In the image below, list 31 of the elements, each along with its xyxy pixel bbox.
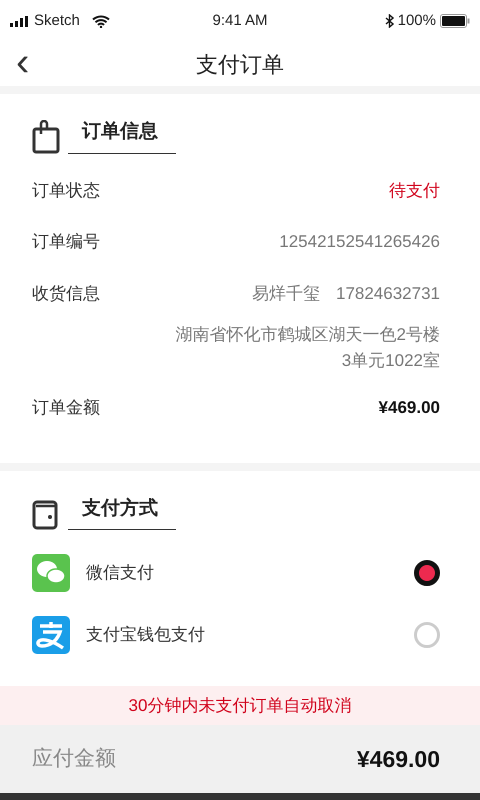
address-line: 3单元1022室 [342,350,440,372]
total-amount: ¥469.00 [356,744,440,774]
field-label: 订单编号 [32,231,100,253]
chat-icon [32,554,70,592]
payment-method-label: 微信支付 [86,562,155,584]
tag-icon [32,120,60,154]
order-number: 12542152541265426 [279,231,440,253]
recipient-name: 易烊千玺 [252,282,320,304]
payment-method-label: 支付宝钱包支付 [86,624,206,646]
cancel-notice: 30分钟内未支付订单自动取消 [0,686,480,725]
address-line: 湖南省怀化市鹤城区湖天一色2号楼 [176,324,440,346]
wifi-icon [92,14,110,28]
field-label: 订单状态 [32,180,100,202]
radio-button[interactable] [414,560,440,586]
back-button[interactable]: ‹ [8,42,38,82]
field-label: 收货信息 [32,282,100,304]
battery-icon [440,14,470,28]
amount-value: ¥469.00 [378,397,440,419]
status-time: 9:41 AM [212,10,268,31]
bluetooth-icon [384,14,394,28]
phone-number: 17824632731 [336,282,440,304]
section-title: 支付方式 [68,494,176,530]
battery-percent: 100% [398,10,436,31]
payment-icon [32,616,70,654]
carrier-name: Sketch [34,10,80,31]
signal-icon [10,16,30,26]
field-label: 订单金额 [32,397,100,419]
total-label: 应付金额 [32,746,116,772]
section-title: 订单信息 [68,118,176,154]
status-value: 待支付 [389,180,440,202]
page-title: 支付订单 [196,50,284,78]
